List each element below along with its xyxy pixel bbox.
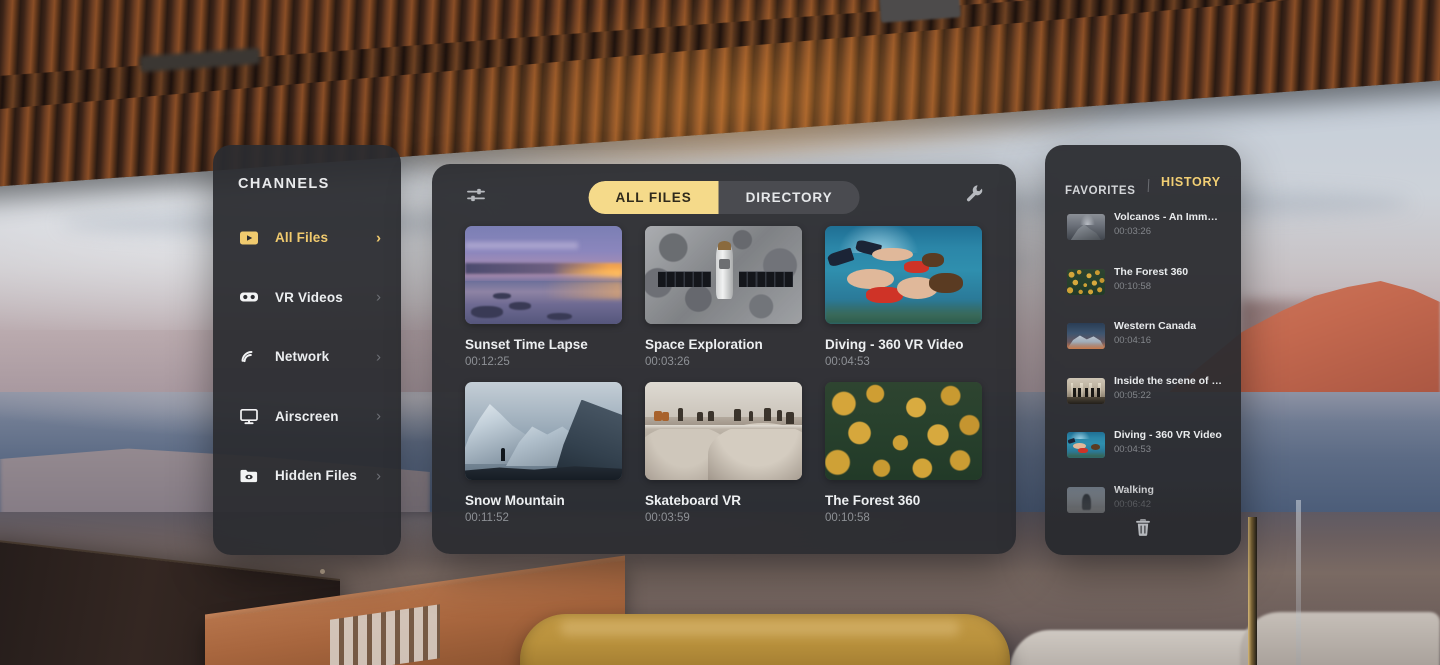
sidebar-nav-list: All Files › VR Videos › Network › Airscr… xyxy=(213,208,401,506)
sidebar-item-label: Network xyxy=(275,349,330,365)
sidebar-item-label: Hidden Files xyxy=(275,468,358,484)
eye-folder-icon xyxy=(238,465,260,487)
file-thumbnail xyxy=(465,226,622,324)
sidebar-item-label: All Files xyxy=(275,230,329,246)
view-mode-segmented-control: ALL FILES DIRECTORY xyxy=(588,181,860,214)
file-title: Sunset Time Lapse xyxy=(465,337,588,352)
history-list: Volcanos - An Imm… 00:03:26 The Forest 3… xyxy=(1045,207,1241,534)
history-item-title: The Forest 360 xyxy=(1114,265,1189,278)
file-title: Diving - 360 VR Video xyxy=(825,337,964,352)
sidebar-item-label: Airscreen xyxy=(275,408,339,424)
history-list-item[interactable]: Western Canada 00:04:16 xyxy=(1045,316,1241,371)
history-thumbnail xyxy=(1067,486,1105,513)
file-thumbnail xyxy=(645,226,802,324)
history-item-title: Volcanos - An Imm… xyxy=(1114,211,1218,223)
channels-sidebar-panel: CHANNELS All Files › VR Videos › Network… xyxy=(213,145,401,555)
glass-divider xyxy=(1296,500,1301,665)
file-browser-panel: ALL FILES DIRECTORY Sunset Time Lapse 00… xyxy=(432,164,1016,554)
file-duration: 00:04:53 xyxy=(825,356,870,368)
wall-panel-light xyxy=(320,569,325,574)
file-duration: 00:12:25 xyxy=(465,356,510,368)
file-thumbnail xyxy=(465,382,622,480)
history-item-title: Inside the scene of … xyxy=(1114,374,1222,387)
history-thumbnail xyxy=(1067,323,1105,349)
history-item-duration: 00:10:58 xyxy=(1114,280,1151,292)
cushion-highlight xyxy=(560,620,960,636)
file-duration: 00:03:26 xyxy=(645,356,690,368)
file-title: Snow Mountain xyxy=(465,493,565,508)
history-item-duration: 00:04:16 xyxy=(1114,335,1151,346)
wifi-icon xyxy=(238,346,260,368)
file-card[interactable]: Diving - 360 VR Video 00:04:53 xyxy=(825,226,982,368)
history-item-title: Western Canada xyxy=(1114,320,1197,332)
history-item-duration: 00:03:26 xyxy=(1114,226,1151,237)
floor-lamp-pole xyxy=(1248,517,1257,665)
chevron-right-icon: › xyxy=(376,229,381,247)
history-list-item[interactable]: Volcanos - An Imm… 00:03:26 xyxy=(1045,207,1241,262)
trash-icon[interactable] xyxy=(1135,518,1152,542)
chevron-right-icon: › xyxy=(376,467,381,485)
play-box-icon xyxy=(238,227,260,249)
file-duration: 00:10:58 xyxy=(825,512,870,524)
history-item-duration: 00:04:53 xyxy=(1114,444,1151,455)
tab-directory[interactable]: DIRECTORY xyxy=(719,181,860,214)
sidebar-title: CHANNELS xyxy=(238,176,330,192)
history-thumbnail xyxy=(1067,377,1105,404)
history-thumbnail xyxy=(1067,214,1105,240)
history-thumbnail xyxy=(1067,268,1105,295)
file-card[interactable]: Space Exploration 00:03:26 xyxy=(645,226,802,368)
file-grid: Sunset Time Lapse 00:12:25 Space Explora… xyxy=(465,226,985,524)
favorites-history-panel: FAVORITES HISTORY Volcanos - An Imm… 00:… xyxy=(1045,145,1241,555)
file-card[interactable]: Skateboard VR 00:03:59 xyxy=(645,382,802,524)
history-item-duration: 00:06:42 xyxy=(1114,498,1151,510)
history-list-item[interactable]: The Forest 360 00:10:58 xyxy=(1045,262,1241,317)
history-thumbnail xyxy=(1067,432,1105,458)
sidebar-item-vr-videos[interactable]: VR Videos › xyxy=(213,268,401,328)
wrench-icon[interactable] xyxy=(964,183,985,209)
sidebar-item-hidden-files[interactable]: Hidden Files › xyxy=(213,446,401,506)
tab-favorites[interactable]: FAVORITES xyxy=(1065,185,1136,197)
file-card[interactable]: The Forest 360 00:10:58 xyxy=(825,382,982,524)
sofa-far-right xyxy=(1240,612,1440,665)
vr-headset-icon xyxy=(238,286,260,308)
file-thumbnail xyxy=(825,382,982,480)
history-item-title: Diving - 360 VR Video xyxy=(1114,429,1222,441)
file-browser-header: ALL FILES DIRECTORY xyxy=(432,164,1016,226)
chevron-right-icon: › xyxy=(376,348,381,366)
sliders-icon[interactable] xyxy=(465,184,487,211)
file-title: Space Exploration xyxy=(645,337,763,352)
chevron-right-icon: › xyxy=(376,407,381,425)
file-duration: 00:11:52 xyxy=(465,512,509,524)
file-thumbnail xyxy=(825,226,982,324)
tab-all-files[interactable]: ALL FILES xyxy=(588,181,719,214)
file-title: The Forest 360 xyxy=(825,493,921,508)
file-card[interactable]: Snow Mountain 00:11:52 xyxy=(465,382,622,524)
file-card[interactable]: Sunset Time Lapse 00:12:25 xyxy=(465,226,622,368)
history-list-item[interactable]: Diving - 360 VR Video 00:04:53 xyxy=(1045,425,1241,480)
file-thumbnail xyxy=(645,382,802,480)
history-list-item[interactable]: Inside the scene of … 00:05:22 xyxy=(1045,371,1241,426)
sidebar-item-airscreen[interactable]: Airscreen › xyxy=(213,387,401,447)
file-duration: 00:03:59 xyxy=(645,512,690,524)
history-item-title: Walking xyxy=(1114,483,1154,496)
sidebar-item-all-files[interactable]: All Files › xyxy=(213,208,401,268)
monitor-icon xyxy=(238,405,260,427)
history-item-duration: 00:05:22 xyxy=(1114,389,1151,401)
chevron-right-icon: › xyxy=(376,288,381,306)
file-title: Skateboard VR xyxy=(645,493,742,508)
sidebar-item-network[interactable]: Network › xyxy=(213,327,401,387)
sidebar-item-label: VR Videos xyxy=(275,289,343,305)
favorites-history-tabs: FAVORITES HISTORY xyxy=(1045,145,1241,197)
tab-divider xyxy=(1147,178,1150,193)
tab-history[interactable]: HISTORY xyxy=(1161,175,1221,189)
